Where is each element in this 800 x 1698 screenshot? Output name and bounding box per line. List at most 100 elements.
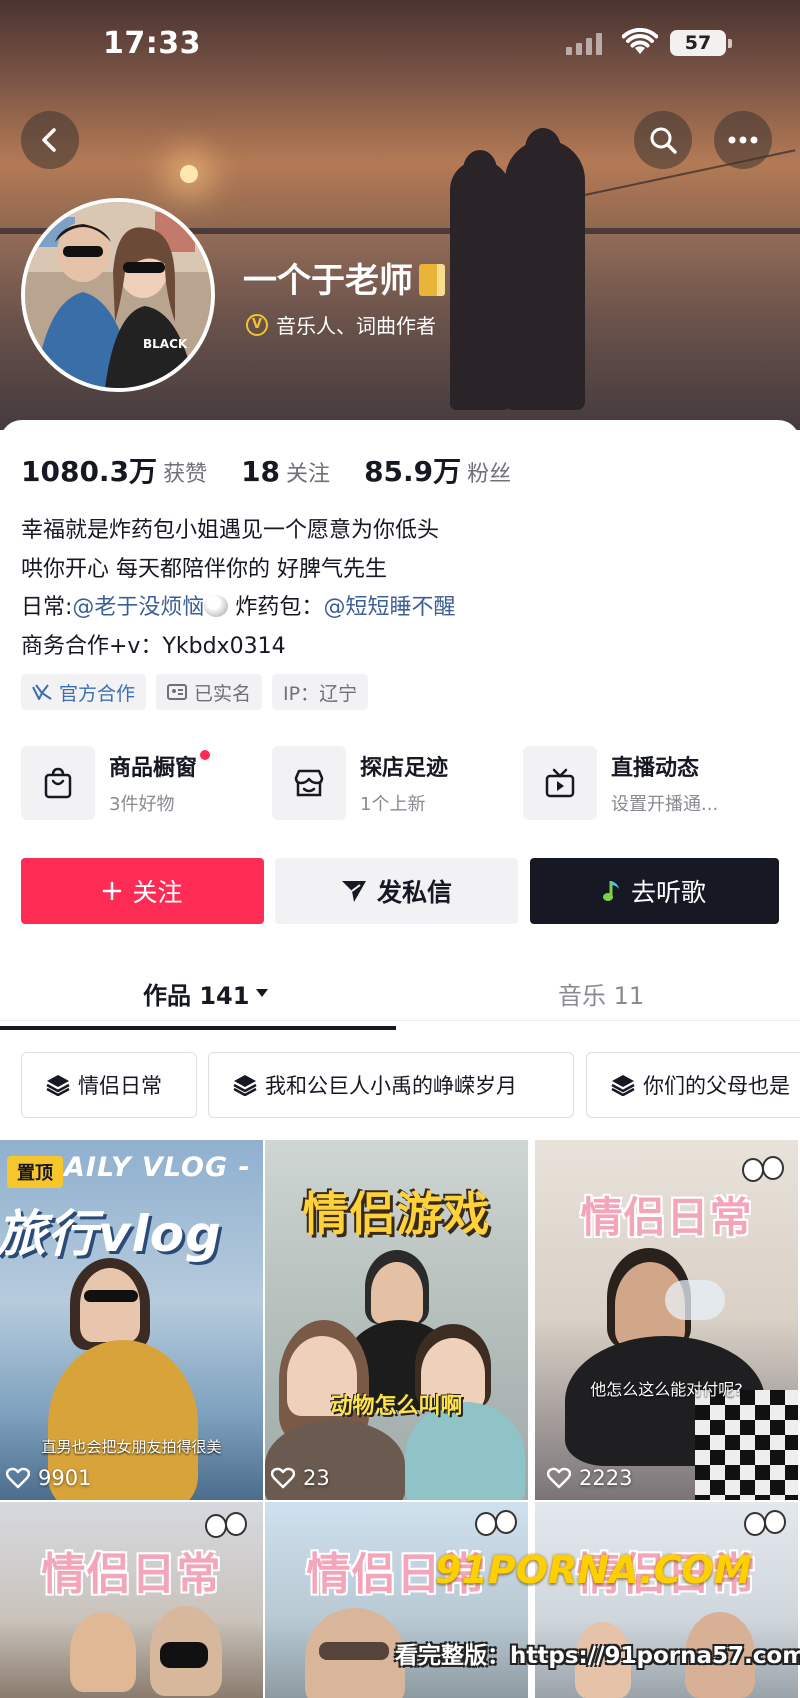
- like-count: 9901: [6, 1466, 91, 1490]
- heart-icon: [271, 1467, 295, 1489]
- pinned-badge: 置顶: [7, 1156, 63, 1188]
- watermark-logo: 91PORNA.COM: [435, 1548, 752, 1592]
- chevron-left-icon: [42, 128, 56, 152]
- bio-text: 日常:: [21, 595, 73, 620]
- tab-works[interactable]: 作品 141: [143, 965, 269, 1021]
- notification-dot: [200, 750, 211, 760]
- feature-store-visits[interactable]: 探店足迹 1个上新: [272, 745, 448, 821]
- video-subtitle: 直男也会把女朋友拍得很美: [41, 1438, 222, 1456]
- status-bar: 17:33 57: [0, 0, 800, 90]
- layers-icon: [233, 1075, 257, 1096]
- video-thumbnail[interactable]: 情侣日常 他怎么这么能对付呢? 2223: [535, 1140, 798, 1500]
- feature-subtitle: 设置开播通...: [611, 794, 719, 815]
- store-icon: [272, 746, 346, 820]
- video-thumbnail[interactable]: 情侣游戏 动物怎么叫啊 23: [265, 1140, 528, 1500]
- stat-followers[interactable]: 85.9万 粉丝: [364, 450, 511, 490]
- collection-chip[interactable]: 你们的父母也是: [586, 1052, 800, 1118]
- like-count: 2223: [547, 1466, 632, 1490]
- checkered-blanket: [695, 1390, 798, 1500]
- glass-shape: [665, 1280, 725, 1320]
- video-title: 情侣游戏: [302, 1187, 491, 1241]
- video-thumbnail[interactable]: 情侣日常: [0, 1502, 263, 1698]
- collection-chip[interactable]: 我和公巨人小禹的峥嵘岁月: [208, 1052, 574, 1118]
- bio-line: 商务合作+v：Ykbdx0314: [21, 633, 286, 659]
- video-subtitle: 他怎么这么能对付呢?: [590, 1380, 743, 1399]
- feature-subtitle: 1个上新: [360, 794, 426, 815]
- back-button[interactable]: [21, 111, 79, 169]
- bio-line: 幸福就是炸药包小姐遇见一个愿意为你低头: [21, 518, 440, 543]
- plus-icon: [103, 881, 122, 901]
- message-button[interactable]: 发私信: [275, 858, 518, 924]
- stat-value: 85.9万: [364, 455, 462, 488]
- collection-chip[interactable]: 情侣日常: [21, 1052, 197, 1118]
- cellular-signal-icon: [566, 33, 602, 55]
- profile-header: 17:33 57 BLACK 一个于老师 V 音乐人、词曲作者: [0, 0, 800, 430]
- video-thumbnail[interactable]: AILY VLOG - 旅行vlog 置顶 直男也会把女朋友拍得很美 9901: [0, 1140, 263, 1500]
- tag-label: IP：辽宁: [283, 682, 358, 705]
- glasses-shape: [319, 1642, 389, 1660]
- search-button[interactable]: [634, 111, 692, 169]
- search-icon: [650, 127, 677, 154]
- video-subtitle: 动物怎么叫啊: [330, 1394, 463, 1419]
- stat-value: 1080.3万: [21, 455, 158, 488]
- tag-label: 已实名: [194, 682, 252, 705]
- stats-row: 1080.3万 获赞 18 关注 85.9万 粉丝: [21, 450, 511, 490]
- tab-music[interactable]: 音乐 11: [558, 965, 644, 1021]
- background-silhouette: [505, 140, 585, 410]
- like-count-text: 2223: [579, 1466, 633, 1490]
- listen-button[interactable]: 去听歌: [530, 858, 779, 924]
- tag-official-cooperation[interactable]: 官方合作: [21, 674, 147, 710]
- stat-label: 粉丝: [467, 462, 512, 487]
- feature-row: 商品橱窗 3件好物 探店足迹 1个上新 直播动态 设置开播通...: [21, 745, 781, 821]
- handshake-icon: [32, 684, 52, 700]
- stat-label: 获赞: [163, 462, 208, 487]
- bio: 幸福就是炸药包小姐遇见一个愿意为你低头 哄你开心 每天都陪伴你的 好脾气先生 日…: [21, 512, 781, 666]
- bio-text: 炸药包：: [228, 595, 324, 620]
- feature-shop-window[interactable]: 商品橱窗 3件好物: [21, 745, 211, 821]
- follow-button[interactable]: 关注: [21, 858, 264, 924]
- googly-eyes-sticker: [475, 1508, 519, 1538]
- feature-live-updates[interactable]: 直播动态 设置开播通...: [523, 745, 718, 821]
- background-silhouette: [463, 150, 497, 190]
- profile-name: 一个于老师: [243, 253, 445, 302]
- collection-label: 情侣日常: [78, 1074, 162, 1098]
- avatar[interactable]: BLACK: [21, 198, 215, 392]
- collection-chips: 情侣日常 我和公巨人小禹的峥嵘岁月 你们的父母也是: [21, 1052, 800, 1118]
- feature-title: 探店足迹: [360, 756, 449, 781]
- avatar-photo: BLACK: [25, 202, 211, 388]
- collection-label: 我和公巨人小禹的峥嵘岁月: [265, 1074, 517, 1098]
- bio-line: 日常:@老于没烦恼 炸药包：@短短睡不醒: [21, 589, 781, 628]
- watermark-overlay: 91PORNA.COM 看完整版：https://91porna57.com: [395, 1548, 800, 1698]
- feature-subtitle: 3件好物: [109, 794, 175, 815]
- like-count: 23: [271, 1466, 330, 1490]
- background-silhouette: [450, 160, 510, 410]
- feature-title: 直播动态: [611, 756, 700, 781]
- tag-label: 官方合作: [59, 682, 136, 705]
- more-button[interactable]: [714, 111, 772, 169]
- video-header-text: AILY VLOG -: [64, 1152, 251, 1183]
- stat-following[interactable]: 18 关注: [241, 455, 330, 488]
- heart-icon: [547, 1467, 571, 1489]
- follow-label: 关注: [132, 878, 183, 907]
- stat-likes[interactable]: 1080.3万 获赞: [21, 450, 207, 490]
- layers-icon: [46, 1075, 70, 1096]
- id-card-icon: [167, 684, 188, 700]
- book-icon: [419, 264, 445, 296]
- profile-card: 1080.3万 获赞 18 关注 85.9万 粉丝 幸福就是炸药包小姐遇见一个愿意为你…: [0, 420, 800, 1698]
- like-count-text: 23: [303, 1466, 330, 1490]
- bio-line: 哄你开心 每天都陪伴你的 好脾气先生: [21, 556, 387, 582]
- video-title: 情侣日常: [580, 1193, 753, 1242]
- tv-icon: [523, 746, 597, 820]
- mention-link[interactable]: @短短睡不醒: [323, 595, 455, 620]
- verification-row[interactable]: V 音乐人、词曲作者: [246, 310, 436, 339]
- more-dots-icon: [728, 136, 758, 144]
- feature-title-text: 商品橱窗: [109, 756, 198, 781]
- mention-link[interactable]: @老于没烦恼: [72, 595, 204, 620]
- tag-ip-location: IP：辽宁: [272, 674, 369, 710]
- listen-label: 去听歌: [630, 878, 706, 907]
- like-count-text: 9901: [38, 1466, 92, 1490]
- tag-real-name[interactable]: 已实名: [156, 674, 263, 710]
- stat-label: 关注: [286, 462, 331, 487]
- video-figure: [80, 1268, 140, 1342]
- verification-label: 音乐人、词曲作者: [276, 314, 436, 338]
